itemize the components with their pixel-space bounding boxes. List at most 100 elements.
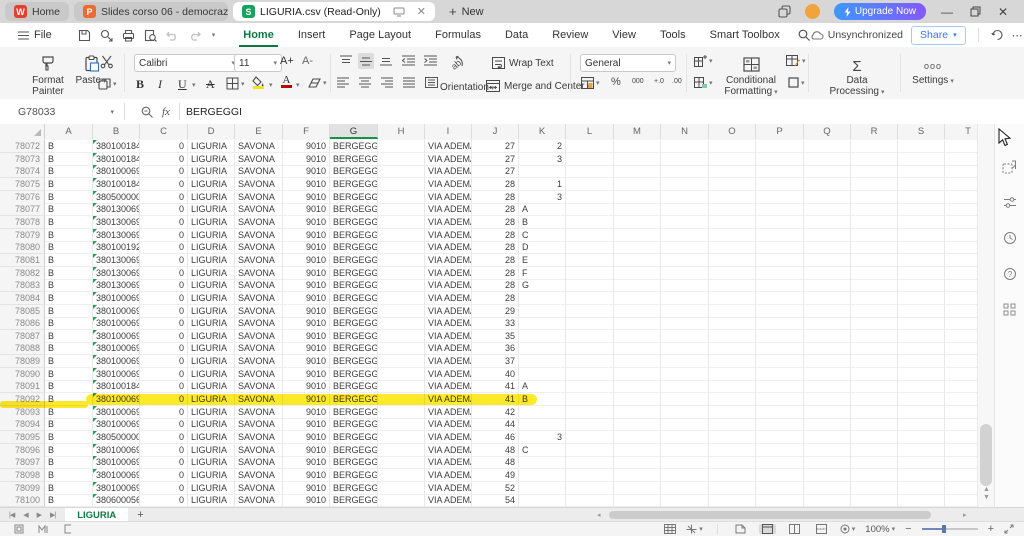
grid-cell[interactable] (378, 279, 425, 292)
grid-cell[interactable]: BERGEGGI (330, 317, 378, 330)
grid-cell[interactable] (945, 191, 977, 204)
grid-cell[interactable]: 9010 (283, 431, 330, 444)
grid-cell[interactable]: 37 (472, 355, 519, 368)
grid-cell[interactable] (519, 456, 566, 469)
row-header[interactable]: 78078 (0, 216, 45, 229)
column-header-A[interactable]: A (45, 124, 93, 139)
grid-cell[interactable] (566, 431, 614, 444)
grid-cell[interactable]: LIGURIA (188, 305, 235, 318)
grid-cell[interactable]: SAVONA (235, 305, 283, 318)
grid-cell[interactable]: LIGURIA (188, 267, 235, 280)
grid-cell[interactable] (945, 229, 977, 242)
chevron-down-icon[interactable]: ▾ (269, 81, 273, 89)
grid-cell[interactable] (898, 380, 945, 393)
grid-cell[interactable] (614, 380, 661, 393)
grid-cell[interactable]: 3805000006 (93, 191, 140, 204)
grid-cell[interactable] (709, 267, 756, 280)
grid-cell[interactable] (614, 241, 661, 254)
grid-cell[interactable]: 44 (472, 418, 519, 431)
grid-cell[interactable] (378, 355, 425, 368)
grid-cell[interactable]: BERGEGGI (330, 191, 378, 204)
grid-cell[interactable]: BERGEGGI (330, 305, 378, 318)
grid-cell[interactable]: 3801000699 (93, 342, 140, 355)
merge-center-button[interactable]: Merge and Center▾ (486, 80, 590, 92)
grid-cell[interactable] (378, 203, 425, 216)
grid-cell[interactable]: LIGURIA (188, 380, 235, 393)
grid-cell[interactable] (519, 406, 566, 419)
grid-cell[interactable] (898, 153, 945, 166)
grid-cell[interactable]: 28 (472, 229, 519, 242)
grid-cell[interactable] (898, 456, 945, 469)
grid-cell[interactable] (898, 393, 945, 406)
grid-cell[interactable] (661, 279, 709, 292)
grid-cell[interactable] (614, 165, 661, 178)
grid-view-icon[interactable] (664, 524, 676, 534)
grid-cell[interactable] (614, 153, 661, 166)
column-header-N[interactable]: N (661, 124, 709, 139)
grid-cell[interactable]: 0 (140, 317, 188, 330)
grid-cell[interactable] (709, 305, 756, 318)
menu-tab-review[interactable]: Review (540, 23, 600, 47)
grid-cell[interactable]: 9010 (283, 305, 330, 318)
grid-cell[interactable]: 28 (472, 254, 519, 267)
grid-cell[interactable]: BERGEGGI (330, 267, 378, 280)
grid-cell[interactable]: SAVONA (235, 241, 283, 254)
grid-cell[interactable] (945, 254, 977, 267)
grid-cell[interactable]: 9010 (283, 368, 330, 381)
grid-cell[interactable] (566, 355, 614, 368)
grid-cell[interactable]: 9010 (283, 494, 330, 507)
grid-cell[interactable]: 3801000699 (93, 418, 140, 431)
grid-cell[interactable]: 54 (472, 494, 519, 507)
grid-cell[interactable]: BERGEGGI (330, 203, 378, 216)
grid-cell[interactable]: BERGEGGI (330, 406, 378, 419)
grid-cell[interactable] (898, 178, 945, 191)
grid-cell[interactable] (566, 305, 614, 318)
grid-cell[interactable]: 0 (140, 279, 188, 292)
grid-cell[interactable]: 3805000004 (93, 431, 140, 444)
justify-icon[interactable] (403, 77, 415, 88)
help-icon[interactable]: ? (1003, 267, 1017, 281)
grid-cell[interactable]: 9010 (283, 191, 330, 204)
grid-cell[interactable]: LIGURIA (188, 418, 235, 431)
grid-cell[interactable] (378, 140, 425, 153)
grid-cell[interactable] (756, 229, 804, 242)
align-left-icon[interactable] (337, 77, 349, 88)
column-header-B[interactable]: B (93, 124, 140, 139)
grid-cell[interactable] (709, 418, 756, 431)
row-header[interactable]: 78091 (0, 380, 45, 393)
grid-cell[interactable]: LIGURIA (188, 178, 235, 191)
grid-cell[interactable] (804, 418, 851, 431)
grid-cell[interactable]: SAVONA (235, 418, 283, 431)
grid-cell[interactable] (945, 203, 977, 216)
grid-cell[interactable] (661, 153, 709, 166)
grid-cell[interactable]: B (45, 254, 93, 267)
horizontal-scrollbar-thumb[interactable] (609, 511, 931, 519)
grid-cell[interactable]: 0 (140, 469, 188, 482)
percent-style-button[interactable]: % (611, 76, 621, 88)
grid-cell[interactable] (756, 431, 804, 444)
row-header[interactable]: 78079 (0, 229, 45, 242)
select-all-corner[interactable] (0, 124, 45, 139)
grid-cell[interactable] (661, 165, 709, 178)
grid-cell[interactable] (709, 279, 756, 292)
scrollbar-arrows-icon[interactable]: ▲▼ (981, 486, 992, 502)
column-header-S[interactable]: S (898, 124, 945, 139)
fx-icon[interactable]: fx (162, 106, 170, 118)
grid-cell[interactable]: C (519, 229, 566, 242)
grid-cell[interactable] (566, 229, 614, 242)
print-preview-icon[interactable] (144, 29, 157, 42)
vertical-scrollbar[interactable]: ▲▼ (977, 124, 994, 507)
grid-cell[interactable] (566, 178, 614, 191)
grid-cell[interactable] (709, 494, 756, 507)
grid-cell[interactable]: BERGEGGI (330, 140, 378, 153)
grid-cell[interactable] (898, 229, 945, 242)
grid-cell[interactable]: 3 (519, 431, 566, 444)
grid-cell[interactable]: 0 (140, 342, 188, 355)
grid-cell[interactable]: 9010 (283, 165, 330, 178)
grid-cell[interactable] (756, 305, 804, 318)
grid-cell[interactable] (709, 393, 756, 406)
grid-cell[interactable]: 3801000699 (93, 165, 140, 178)
grid-cell[interactable] (378, 494, 425, 507)
grid-cell[interactable] (804, 393, 851, 406)
grid-cell[interactable]: SAVONA (235, 254, 283, 267)
